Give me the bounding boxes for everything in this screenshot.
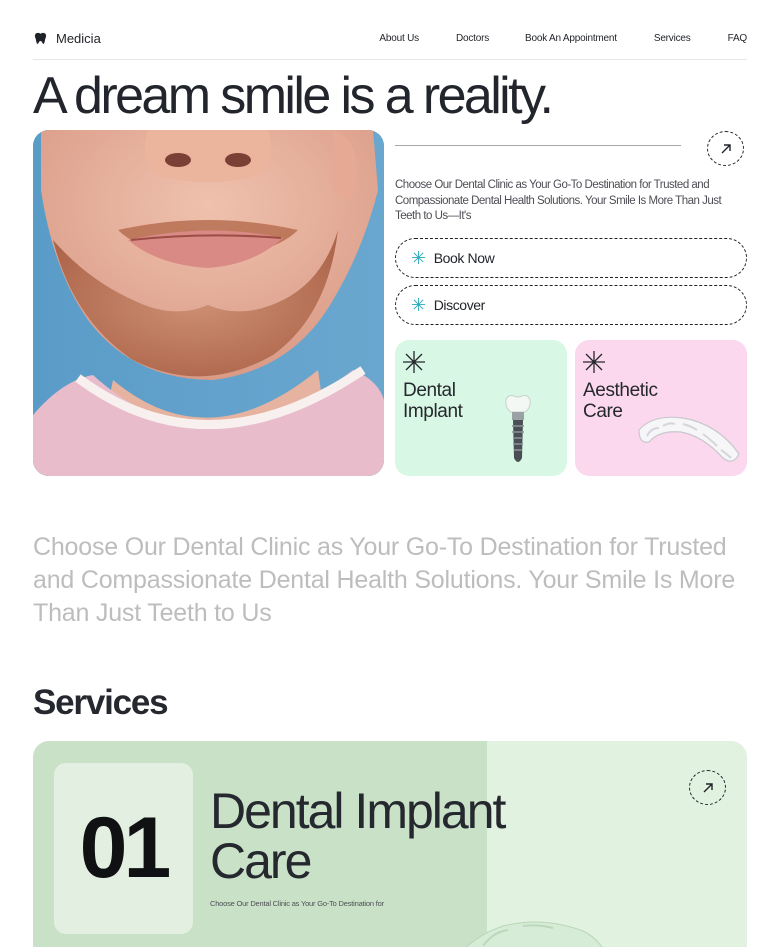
tooth-icon	[34, 32, 47, 44]
card-label: Dental Implant	[403, 380, 463, 422]
service-card-dental-implant[interactable]: 01 Dental Implant Care Choose Our Dental…	[33, 741, 747, 947]
hero-title: A dream smile is a reality.	[33, 67, 554, 125]
service-title: Dental Implant Care	[210, 783, 506, 889]
clear-aligner-image	[638, 416, 740, 462]
aesthetic-care-card[interactable]: Aesthetic Care	[575, 340, 747, 476]
lead-paragraph: Choose Our Dental Clinic as Your Go-To D…	[33, 533, 736, 627]
logo-text: Medicia	[56, 31, 101, 46]
services-title: Services	[33, 683, 169, 722]
discover-button[interactable]: ✳ Discover	[395, 285, 747, 325]
implant-image	[505, 395, 531, 462]
service-number: 01	[54, 763, 193, 934]
hero-photo	[33, 130, 384, 476]
aligner-image	[465, 921, 603, 947]
hero-intro-text: Choose Our Dental Clinic as Your Go-To D…	[395, 179, 722, 222]
nav-faq[interactable]: FAQ	[728, 33, 748, 44]
arrow-up-right-icon	[721, 143, 731, 153]
landing-page: Medicia About Us Doctors Book An Appoint…	[0, 0, 778, 947]
asterisk-icon: ✳	[411, 248, 426, 268]
nav-about-us[interactable]: About Us	[379, 33, 419, 44]
sparkle-icon	[583, 351, 605, 373]
service-arrow-button[interactable]	[689, 770, 726, 805]
dental-implant-card[interactable]: Dental Implant	[395, 340, 567, 476]
nav-book-appointment[interactable]: Book An Appointment	[525, 33, 617, 44]
nav-doctors[interactable]: Doctors	[456, 33, 489, 44]
sparkle-icon	[403, 351, 425, 373]
site-header: Medicia About Us Doctors Book An Appoint…	[33, 30, 747, 60]
arrow-up-right-icon	[703, 782, 713, 792]
asterisk-icon: ✳	[411, 295, 426, 315]
man-beard-photo	[33, 130, 384, 476]
book-now-button[interactable]: ✳ Book Now	[395, 238, 747, 278]
divider-line	[395, 145, 681, 146]
logo[interactable]: Medicia	[33, 31, 101, 46]
discover-label: Discover	[433, 297, 486, 313]
service-subtitle: Choose Our Dental Clinic as Your Go-To D…	[210, 899, 384, 908]
main-nav: About Us Doctors Book An Appointment Ser…	[379, 33, 747, 44]
nav-services[interactable]: Services	[654, 33, 691, 44]
hero-arrow-button[interactable]	[707, 131, 744, 166]
book-now-label: Book Now	[433, 250, 495, 266]
